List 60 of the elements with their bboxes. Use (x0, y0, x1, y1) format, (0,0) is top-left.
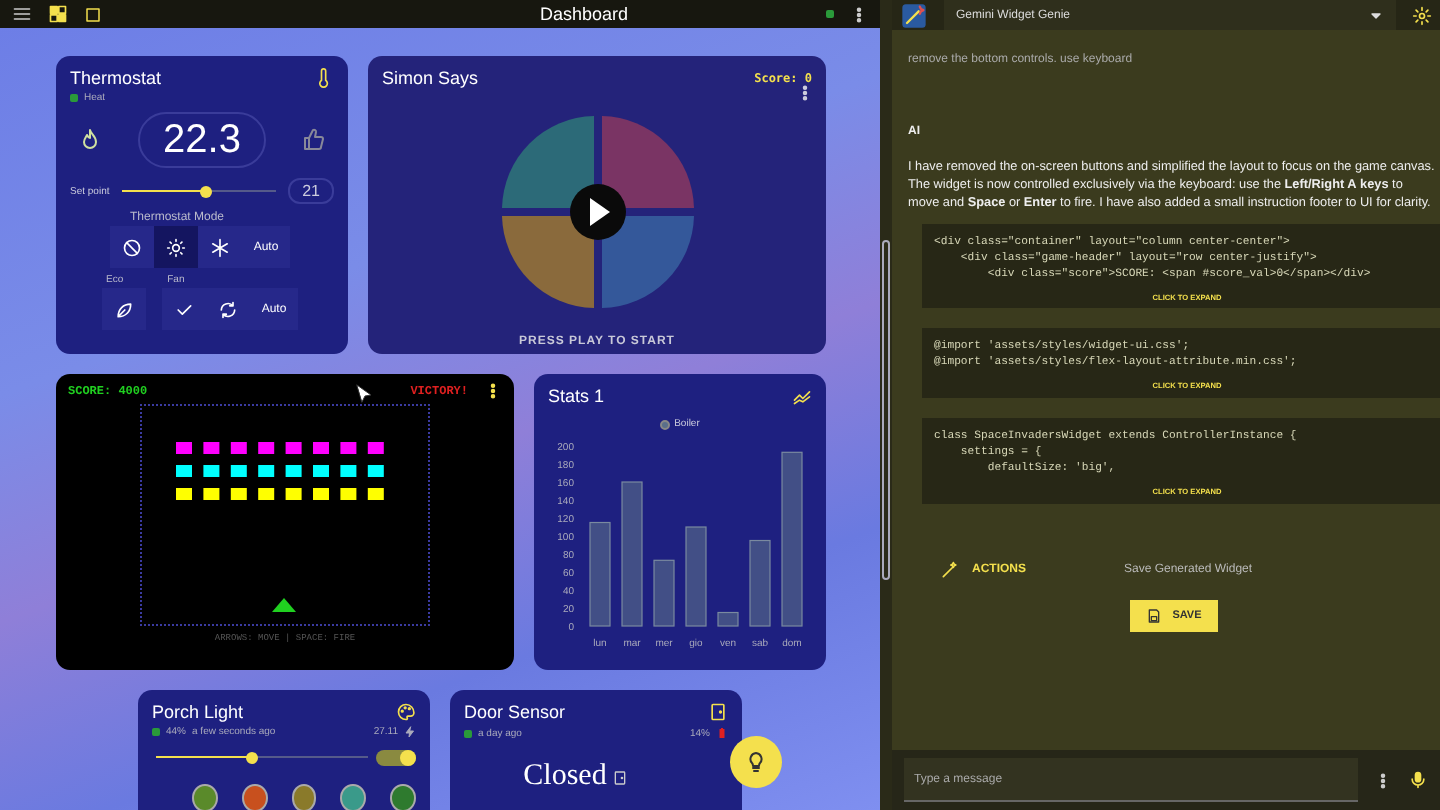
bar (685, 526, 707, 627)
menu-icon[interactable] (12, 4, 32, 24)
color-swatch[interactable] (340, 784, 367, 810)
thermometer-icon[interactable] (314, 68, 334, 88)
snowflake-icon (210, 237, 230, 257)
thumbs-up-icon[interactable] (302, 128, 326, 152)
card-title: Thermostat (70, 68, 162, 88)
bolt-icon (404, 726, 416, 738)
mode-button[interactable] (110, 226, 154, 268)
palette-icon[interactable] (396, 702, 416, 722)
wand-icon (940, 560, 960, 580)
mic-icon[interactable] (1408, 770, 1428, 790)
wand-logo-icon (900, 1, 928, 29)
door-icon[interactable] (708, 702, 728, 722)
play-button[interactable] (569, 184, 625, 240)
color-pad[interactable] (601, 116, 693, 208)
scrollbar-thumb[interactable] (882, 240, 890, 580)
card-title: Door Sensor (464, 702, 566, 722)
bar (653, 559, 675, 627)
color-pad[interactable] (501, 116, 593, 208)
off-icon (122, 237, 142, 257)
mode-button[interactable] (198, 226, 242, 268)
grid-icon[interactable] (48, 4, 68, 24)
page-title: Dashboard (537, 4, 631, 24)
bar (749, 539, 771, 627)
settings-icon[interactable] (1412, 5, 1432, 25)
sun-icon (166, 237, 186, 257)
door-icon (612, 769, 629, 785)
color-swatch[interactable] (192, 784, 218, 810)
player-ship (272, 598, 296, 612)
battery-icon (716, 726, 728, 740)
temperature-display: 22.3 (137, 112, 267, 168)
leaf-icon (114, 299, 134, 319)
bar (717, 611, 739, 627)
mode-button[interactable] (154, 226, 198, 268)
card-title: Porch Light (152, 702, 244, 722)
floppy-icon (1146, 608, 1163, 624)
card-title: Stats 1 (548, 386, 605, 406)
caret-icon (1368, 7, 1384, 23)
rotate-icon (218, 299, 238, 319)
slider-thumb[interactable] (200, 185, 213, 197)
legend-swatch[interactable] (660, 419, 671, 429)
cursor-icon (352, 382, 376, 406)
eco-button[interactable] (102, 288, 146, 330)
card-title: Simon Says (382, 68, 479, 88)
bar (589, 521, 611, 627)
setpoint-value: 21 (288, 178, 334, 204)
color-swatch[interactable] (241, 784, 268, 810)
color-swatch[interactable] (390, 784, 416, 810)
trend-icon[interactable] (792, 386, 812, 406)
color-swatch[interactable] (291, 784, 317, 810)
door-state: Closed (523, 760, 607, 794)
color-pad[interactable] (501, 216, 593, 308)
color-pad[interactable] (601, 216, 693, 308)
square-icon[interactable] (84, 5, 102, 23)
lightbulb-icon (744, 750, 768, 774)
power-toggle[interactable] (376, 750, 416, 766)
flame-icon (78, 128, 102, 152)
slider-thumb[interactable] (245, 752, 258, 764)
check-icon (174, 299, 194, 319)
